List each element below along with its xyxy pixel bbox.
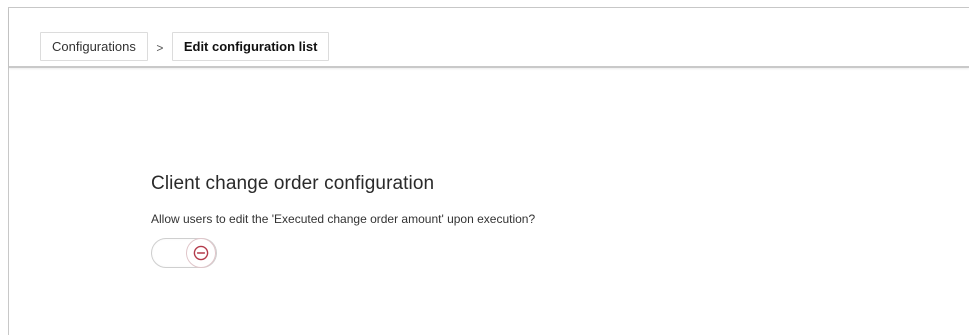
toggle-knob bbox=[186, 238, 216, 268]
executed-amount-edit-toggle[interactable] bbox=[151, 238, 217, 268]
setting-question: Allow users to edit the 'Executed change… bbox=[151, 212, 536, 226]
breadcrumb-separator-icon: > bbox=[156, 41, 164, 55]
app-frame: Configurations > Edit configuration list… bbox=[8, 7, 969, 335]
section-title: Client change order configuration bbox=[151, 173, 435, 194]
breadcrumb-item-edit-configuration-list: Edit configuration list bbox=[171, 32, 330, 61]
configuration-section: Client change order configuration Allow … bbox=[151, 173, 535, 268]
breadcrumb: Configurations > Edit configuration list bbox=[40, 32, 330, 61]
minus-circle-icon bbox=[193, 245, 209, 261]
breadcrumb-item-configurations[interactable]: Configurations bbox=[40, 32, 148, 61]
breadcrumb-bar: Configurations > Edit configuration list bbox=[9, 8, 969, 68]
